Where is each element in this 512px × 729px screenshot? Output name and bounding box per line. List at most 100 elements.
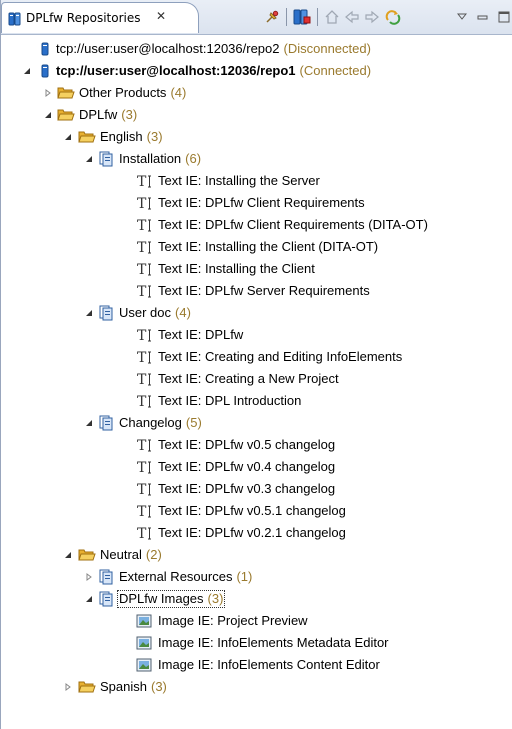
connection-status: (Disconnected) [283, 41, 371, 56]
forward-icon[interactable] [363, 8, 381, 26]
folder-icon [78, 129, 96, 145]
document-group-icon [98, 591, 114, 607]
text-ie-icon: T [136, 173, 152, 190]
expanded-twisty-icon[interactable] [84, 308, 94, 318]
document-group-icon [98, 305, 114, 321]
text-ie-label: Text IE: Creating a New Project [158, 371, 339, 386]
text-ie-label: Text IE: DPLfw Client Requirements (DITA… [158, 217, 428, 232]
image-ie-label: Image IE: Project Preview [158, 613, 308, 628]
group-label: Changelog [119, 415, 182, 430]
text-ie-icon: T [136, 261, 152, 278]
tab-title: DPLfw Repositories [26, 11, 141, 25]
document-group-icon [98, 151, 114, 167]
text-ie-label: Text IE: Installing the Server [158, 173, 320, 188]
toolbar-separator [317, 8, 318, 26]
text-ie-icon: T [136, 459, 152, 476]
home-icon[interactable] [323, 8, 341, 26]
svg-text:T: T [137, 240, 147, 255]
folder-label: DPLfw [79, 107, 118, 122]
text-ie-icon: T [136, 327, 152, 344]
folder-label: Neutral [100, 547, 142, 562]
svg-text:T: T [137, 504, 147, 519]
text-ie-icon: T [136, 371, 152, 388]
tab-dplfw-repositories[interactable]: DPLfw Repositories ✕ [1, 2, 199, 33]
folder-icon [78, 547, 96, 563]
collapse-all-icon[interactable] [293, 8, 311, 26]
view-tab-bar: DPLfw Repositories ✕ [1, 0, 512, 35]
collapsed-twisty-icon[interactable] [63, 682, 73, 692]
text-ie-label: Text IE: DPLfw v0.5.1 changelog [158, 503, 346, 518]
text-ie-icon: T [136, 217, 152, 234]
connection-status: (Connected) [299, 63, 372, 78]
repositories-view: DPLfw Repositories ✕ tcp://user:user@loc… [0, 0, 512, 729]
pin-icon[interactable] [263, 8, 281, 26]
image-ie-label: Image IE: InfoElements Metadata Editor [158, 635, 389, 650]
svg-text:T: T [137, 174, 147, 189]
expanded-twisty-icon[interactable] [43, 110, 53, 120]
repository-icon [37, 63, 53, 79]
document-group-icon [98, 569, 114, 585]
text-ie-icon: T [136, 349, 152, 366]
folder-icon [57, 107, 75, 123]
maximize-icon[interactable] [495, 8, 512, 26]
text-ie-label: Text IE: Installing the Client [158, 261, 315, 276]
svg-text:T: T [137, 372, 147, 387]
text-ie-label: Text IE: DPLfw v0.5 changelog [158, 437, 336, 452]
item-count: (4) [170, 85, 187, 100]
folder-label: English [100, 129, 143, 144]
expanded-twisty-icon[interactable] [63, 550, 73, 560]
text-ie-label: Text IE: DPLfw Server Requirements [158, 283, 370, 298]
expanded-twisty-icon[interactable] [84, 154, 94, 164]
text-ie-icon: T [136, 195, 152, 212]
item-count: (3) [150, 679, 167, 694]
folder-label: Other Products [79, 85, 167, 100]
svg-text:T: T [137, 394, 147, 409]
image-ie-icon [136, 613, 152, 629]
item-count: (3) [121, 107, 138, 122]
item-count: (2) [145, 547, 162, 562]
svg-text:T: T [137, 218, 147, 233]
collapsed-twisty-icon[interactable] [84, 572, 94, 582]
group-label: DPLfw Images [119, 591, 204, 606]
expanded-twisty-icon[interactable] [84, 594, 94, 604]
group-label: User doc [119, 305, 172, 320]
text-ie-label: Text IE: DPLfw Client Requirements [158, 195, 365, 210]
svg-text:T: T [137, 438, 147, 453]
text-ie-label: Text IE: DPL Introduction [158, 393, 302, 408]
item-count: (3) [146, 129, 163, 144]
text-ie-icon: T [136, 393, 152, 410]
item-count: (4) [175, 305, 191, 320]
text-ie-label: Text IE: DPLfw v0.4 changelog [158, 459, 336, 474]
svg-text:T: T [137, 284, 147, 299]
expanded-twisty-icon[interactable] [84, 418, 94, 428]
svg-text:T: T [137, 196, 147, 211]
text-ie-icon: T [136, 525, 152, 542]
text-ie-icon: T [136, 239, 152, 256]
text-ie-label: Text IE: DPLfw v0.2.1 changelog [158, 525, 346, 540]
view-menu-icon[interactable] [453, 8, 471, 26]
folder-label: Spanish [100, 679, 147, 694]
svg-text:T: T [137, 482, 147, 497]
folder-icon [57, 85, 75, 101]
repository-view-icon [8, 11, 24, 27]
repository-icon [37, 41, 53, 57]
group-label: Installation [119, 151, 182, 166]
expanded-twisty-icon[interactable] [63, 132, 73, 142]
back-icon[interactable] [343, 8, 361, 26]
collapsed-twisty-icon[interactable] [43, 88, 53, 98]
expanded-twisty-icon[interactable] [22, 66, 32, 76]
text-ie-label: Text IE: Creating and Editing InfoElemen… [158, 349, 403, 364]
image-ie-label: Image IE: InfoElements Content Editor [158, 657, 380, 672]
svg-text:T: T [137, 460, 147, 475]
refresh-icon[interactable] [384, 8, 402, 26]
image-ie-icon [136, 657, 152, 673]
text-ie-icon: T [136, 283, 152, 300]
close-icon[interactable]: ✕ [154, 9, 168, 23]
item-count: (3) [207, 591, 224, 606]
item-count: (1) [236, 569, 253, 584]
repository-label: tcp://user:user@localhost:12036/repo1 [56, 63, 296, 78]
document-group-icon [98, 415, 114, 431]
svg-text:T: T [137, 526, 147, 541]
group-label: External Resources [119, 569, 233, 584]
minimize-icon[interactable] [474, 8, 492, 26]
